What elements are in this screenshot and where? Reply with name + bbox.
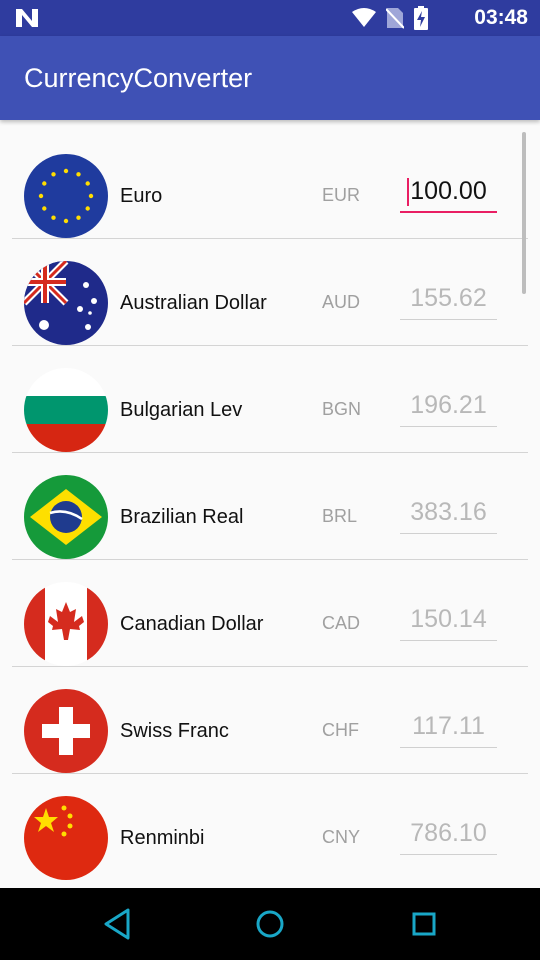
currency-code: CHF: [322, 720, 359, 740]
amount-input-bgn[interactable]: 196.21: [400, 387, 497, 427]
currency-row-cad[interactable]: Canadian Dollar CAD 150.14: [0, 560, 540, 667]
currency-row-bgn[interactable]: Bulgarian Lev BGN 196.21: [0, 346, 540, 453]
app-title: CurrencyConverter: [24, 63, 253, 93]
eu-flag-icon: [24, 154, 108, 238]
currency-row-brl[interactable]: Brazilian Real BRL 383.16: [0, 453, 540, 560]
no-sim-icon: [386, 8, 404, 29]
currency-code: BGN: [322, 399, 362, 419]
currency-name: Euro: [120, 185, 163, 207]
currency-code: CNY: [322, 827, 361, 847]
amount-input-cny[interactable]: 786.10: [400, 815, 497, 855]
ch-flag-icon: [24, 689, 108, 773]
currency-code: EUR: [322, 185, 361, 205]
text-cursor: [407, 178, 409, 206]
currency-name: Brazilian Real: [120, 506, 244, 528]
back-icon[interactable]: [98, 904, 138, 944]
amount-input-chf[interactable]: 117.11: [400, 708, 497, 748]
recents-icon[interactable]: [404, 904, 444, 944]
home-icon[interactable]: [250, 904, 290, 944]
currency-name: Australian Dollar: [120, 292, 267, 314]
ca-flag-icon: [24, 582, 108, 666]
amount-input-eur[interactable]: 100.00: [400, 173, 497, 213]
currency-code: BRL: [322, 506, 358, 526]
amount-input-cad[interactable]: 150.14: [400, 601, 497, 641]
currency-name: Canadian Dollar: [120, 613, 264, 635]
amount-input-aud[interactable]: 155.62: [400, 280, 497, 320]
bg-flag-icon: [24, 368, 108, 452]
app-bar: CurrencyConverter: [0, 36, 540, 120]
currency-code: AUD: [322, 292, 361, 312]
wifi-icon: [352, 8, 376, 27]
notification-n-icon: [16, 9, 38, 27]
au-flag-icon: [24, 261, 108, 345]
amount-input-brl[interactable]: 383.16: [400, 494, 497, 534]
currency-list[interactable]: Euro EUR 100.00 Australian Dollar AUD 15…: [0, 120, 540, 888]
currency-name: Renminbi: [120, 827, 205, 849]
currency-row-eur[interactable]: Euro EUR 100.00: [0, 132, 540, 239]
currency-row-chf[interactable]: Swiss Franc CHF 117.11: [0, 667, 540, 774]
navigation-bar: [0, 888, 540, 960]
br-flag-icon: [24, 475, 108, 559]
list-scrollbar[interactable]: [522, 132, 526, 294]
currency-name: Swiss Franc: [120, 720, 229, 742]
battery-charging-icon: [414, 6, 428, 30]
currency-code: CAD: [322, 613, 361, 633]
currency-name: Bulgarian Lev: [120, 399, 243, 421]
status-time: 03:48: [474, 6, 528, 29]
status-bar: 03:48: [0, 0, 540, 36]
currency-row-aud[interactable]: Australian Dollar AUD 155.62: [0, 239, 540, 346]
cn-flag-icon: [24, 796, 108, 880]
currency-row-cny[interactable]: Renminbi CNY 786.10: [0, 774, 540, 881]
